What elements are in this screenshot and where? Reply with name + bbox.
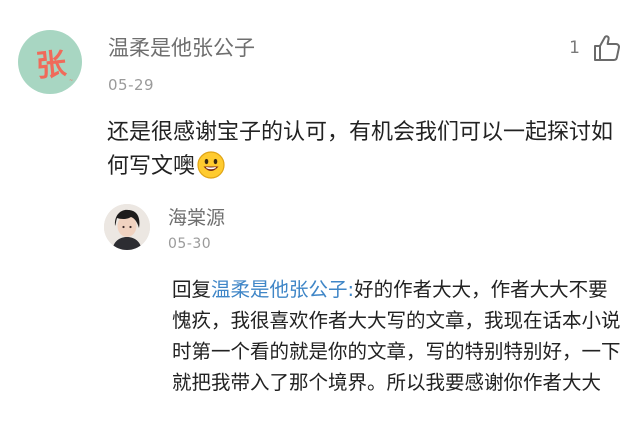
commenter-avatar[interactable]: 张 ~	[18, 30, 82, 94]
reply-prefix: 回复	[172, 278, 212, 301]
replier-username[interactable]: 海棠源	[168, 205, 225, 231]
comment-text-content: 还是很感谢宝子的认可，有机会我们可以一起探讨如何写文噢	[107, 120, 614, 179]
comment-text: 还是很感谢宝子的认可，有机会我们可以一起探讨如何写文噢	[107, 116, 627, 184]
reply-text: 回复温柔是他张公子:好的作者大大，作者大大不要愧疚，我很喜欢作者大大写的文章，我…	[172, 274, 627, 398]
svg-text:~: ~	[69, 78, 73, 84]
thumbs-up-icon[interactable]	[592, 33, 622, 63]
smile-emoji-icon	[197, 151, 225, 179]
reply-date: 05-30	[168, 236, 212, 252]
commenter-username[interactable]: 温柔是他张公子	[108, 34, 255, 62]
mention-link[interactable]: 温柔是他张公子:	[211, 278, 354, 301]
avatar-zhang-icon: 张 ~	[34, 47, 73, 85]
like-button[interactable]: 1	[569, 30, 622, 66]
comment-date: 05-29	[108, 76, 155, 94]
like-count: 1	[569, 38, 580, 58]
replier-avatar[interactable]	[104, 204, 150, 250]
avatar-photo-icon	[104, 204, 150, 250]
avatar-glyph: 张	[34, 47, 67, 85]
